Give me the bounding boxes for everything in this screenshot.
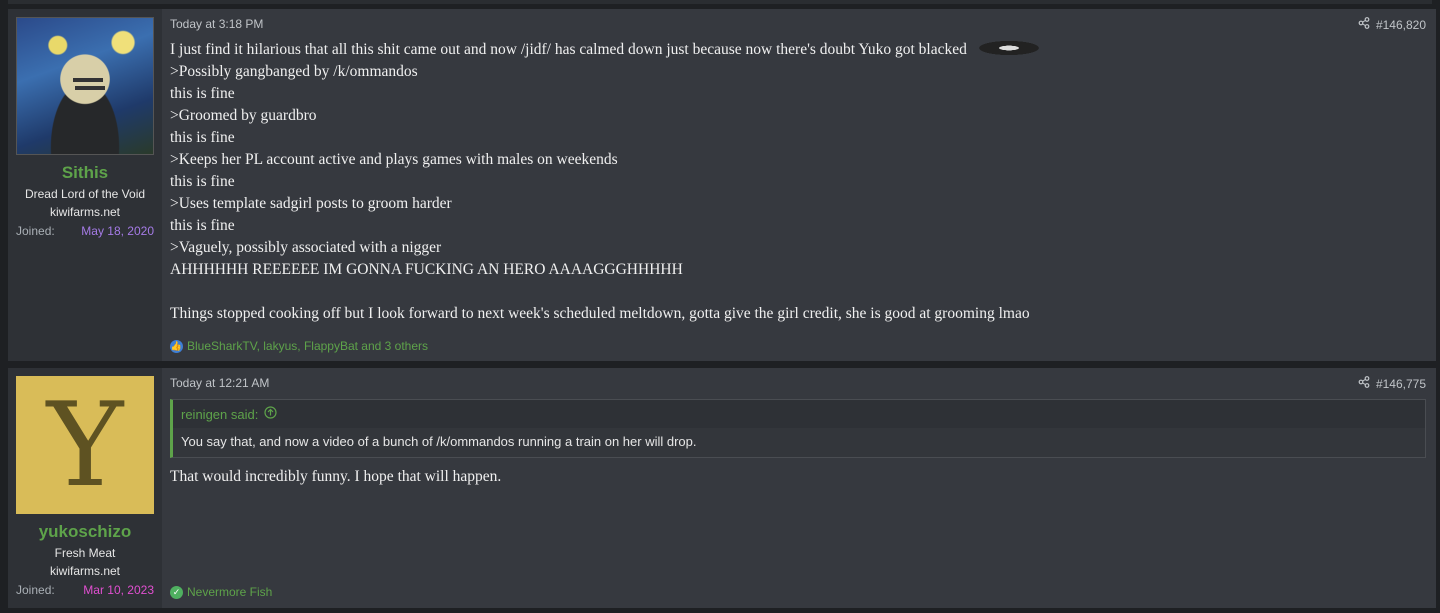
joined-label: Joined: (16, 224, 55, 238)
joined-label: Joined: (16, 583, 55, 597)
quote-block: reinigen said: You say that, and now a v… (170, 399, 1426, 458)
reactions-bar[interactable]: 👍 BlueSharkTV, lakyus, FlappyBat and 3 o… (170, 339, 428, 353)
message-line: this is fine (170, 129, 235, 146)
share-icon[interactable] (1358, 376, 1370, 391)
share-icon[interactable] (1358, 17, 1370, 32)
user-sidebar: Y yukoschizo Fresh Meat kiwifarms.net Jo… (8, 368, 162, 608)
post-body: Today at 3:18 PM #146,820 I just find it… (162, 9, 1436, 361)
message-line: >Vaguely, possibly associated with a nig… (170, 239, 442, 256)
joined-date: Mar 10, 2023 (83, 583, 154, 597)
post: Y yukoschizo Fresh Meat kiwifarms.net Jo… (8, 368, 1436, 608)
quote-author[interactable]: reinigen said: (181, 407, 258, 422)
quote-header[interactable]: reinigen said: (173, 400, 1425, 428)
message-line: AHHHHHH REEEEEE IM GONNA FUCKING AN HERO… (170, 261, 683, 278)
message-line: Things stopped cooking off but I look fo… (170, 305, 1030, 322)
post-meta: Today at 3:18 PM #146,820 (170, 17, 1426, 32)
user-site: kiwifarms.net (49, 205, 120, 219)
post-number[interactable]: #146,775 (1376, 377, 1426, 391)
reactions-text[interactable]: BlueSharkTV, lakyus, FlappyBat and 3 oth… (187, 339, 428, 353)
user-title: Fresh Meat (54, 546, 116, 560)
top-divider (8, 0, 1432, 4)
username[interactable]: Sithis (62, 163, 108, 183)
arrow-up-icon[interactable] (264, 406, 277, 422)
message-line: >Possibly gangbanged by /k/ommandos (170, 63, 418, 80)
post-time[interactable]: Today at 3:18 PM (170, 17, 263, 32)
message-line: >Groomed by guardbro (170, 107, 317, 124)
trophy-label[interactable]: Nevermore Fish (187, 585, 272, 599)
message-line: this is fine (170, 217, 235, 234)
user-title: Dread Lord of the Void (24, 187, 146, 201)
message-line: >Keeps her PL account active and plays g… (170, 151, 618, 168)
message-line: >Uses template sadgirl posts to groom ha… (170, 195, 452, 212)
avatar[interactable]: Y (16, 376, 154, 514)
post-meta: Today at 12:21 AM #146,775 (170, 376, 1426, 391)
trophy-badge[interactable]: ✓ Nevermore Fish (170, 585, 272, 599)
joined-date: May 18, 2020 (81, 224, 154, 238)
message-content: I just find it hilarious that all this s… (170, 39, 1426, 325)
post-time[interactable]: Today at 12:21 AM (170, 376, 269, 391)
user-sidebar: Sithis Dread Lord of the Void kiwifarms.… (8, 9, 162, 361)
username[interactable]: yukoschizo (39, 522, 132, 542)
sticker-image (970, 39, 1047, 57)
post-body: Today at 12:21 AM #146,775 reinigen said… (162, 368, 1436, 608)
avatar[interactable] (16, 17, 154, 155)
user-site: kiwifarms.net (49, 564, 120, 578)
post: Sithis Dread Lord of the Void kiwifarms.… (8, 9, 1436, 361)
quote-text: You say that, and now a video of a bunch… (173, 428, 1425, 457)
check-icon: ✓ (170, 585, 183, 599)
joined-info: Joined: May 18, 2020 (16, 224, 154, 238)
like-icon: 👍 (170, 339, 183, 353)
message-line: this is fine (170, 173, 235, 190)
post-number[interactable]: #146,820 (1376, 18, 1426, 32)
message-line: I just find it hilarious that all this s… (170, 39, 1426, 61)
joined-info: Joined: Mar 10, 2023 (16, 583, 154, 597)
message-content: That would incredibly funny. I hope that… (170, 468, 502, 485)
message-line: this is fine (170, 85, 235, 102)
